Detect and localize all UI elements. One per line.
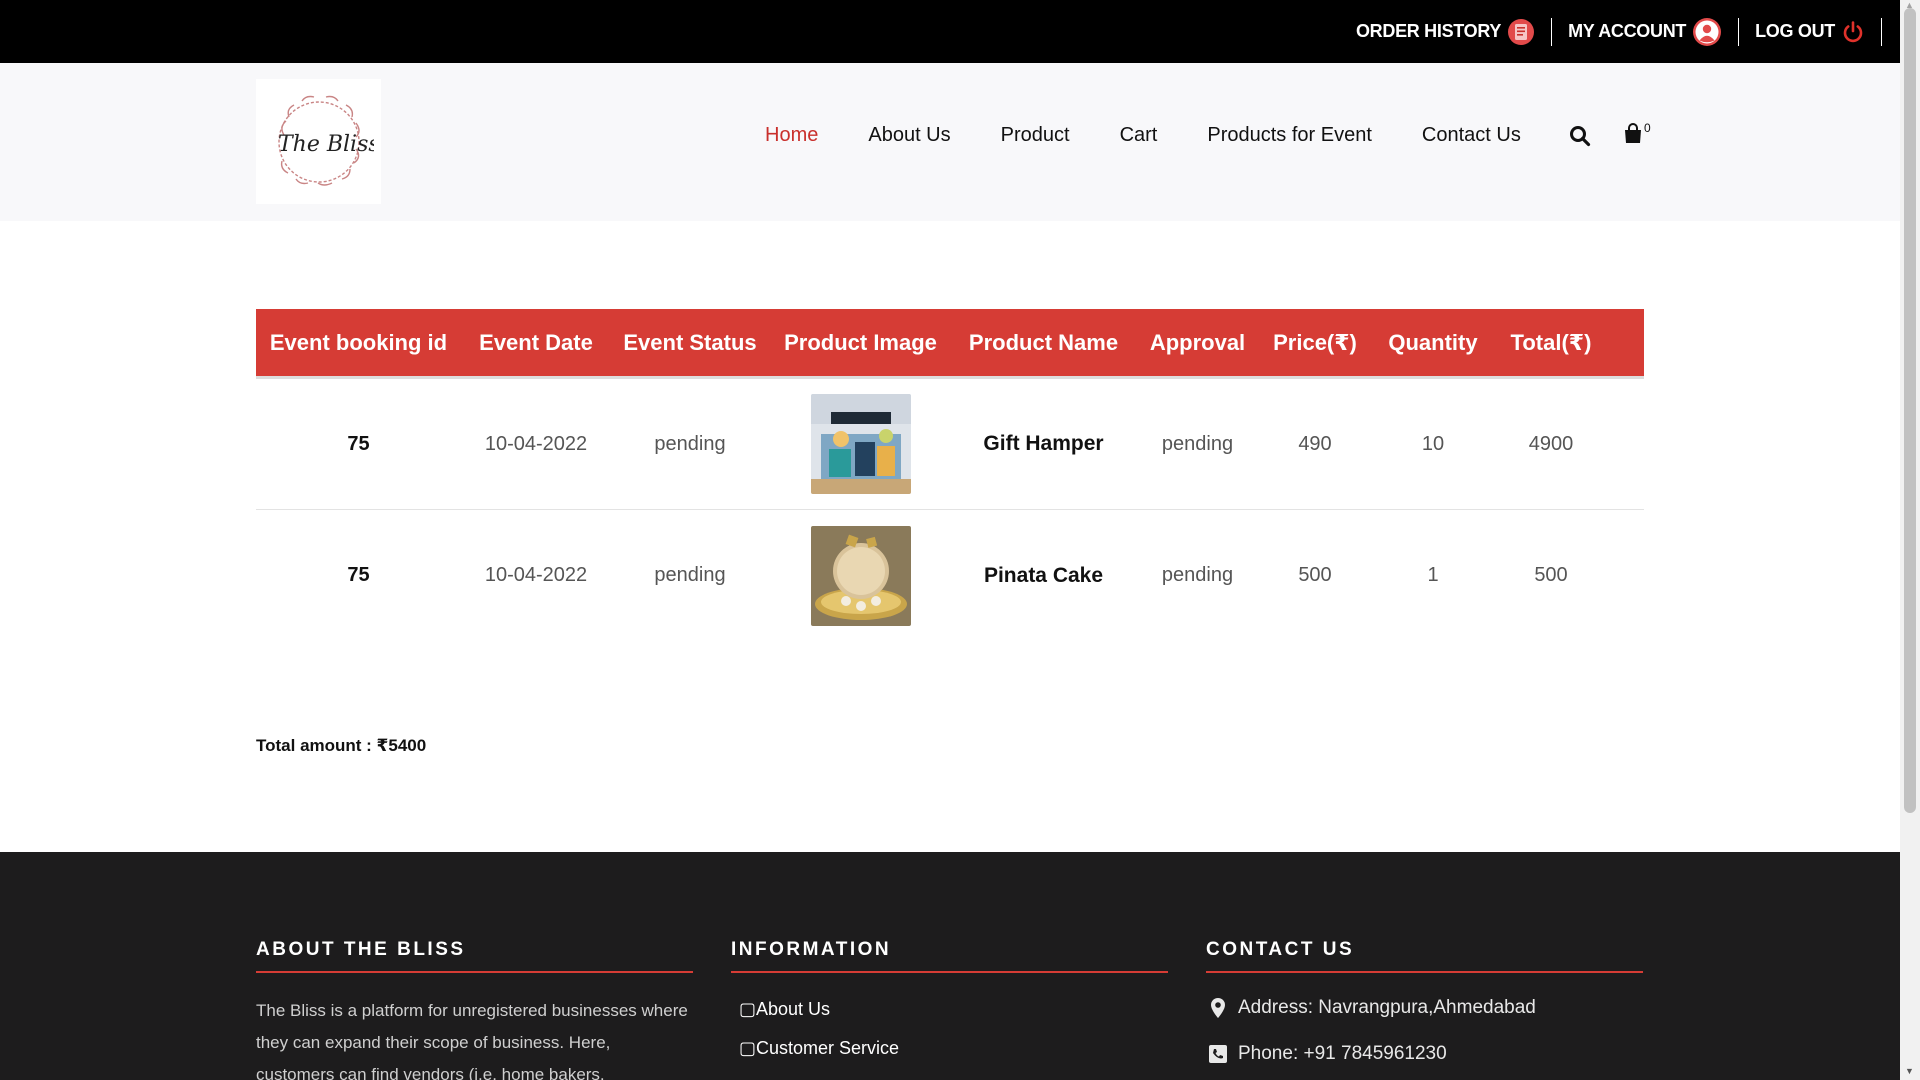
order-history-icon (1507, 18, 1535, 46)
footer-link-label: About Us (756, 999, 831, 1019)
header-product-name: Product Name (968, 329, 1119, 355)
main-nav: Home About Us Product Cart Products for … (740, 124, 1546, 147)
cell-event-date: 10-04-2022 (484, 432, 588, 455)
footer-contact: CONTACT US Address: Navrangpura,Ahmedaba… (1206, 939, 1643, 1065)
header-quantity: Quantity (1388, 329, 1478, 355)
total-amount: Total amount : ₹5400 (256, 736, 427, 755)
event-booking-table: Event booking id Event Date Event Status… (256, 309, 1644, 641)
footer-about-title: ABOUT THE BLISS (256, 939, 693, 973)
cell-product-image (769, 394, 952, 494)
log-out-label: LOG OUT (1755, 21, 1835, 41)
nav-contact-us[interactable]: Contact Us (1422, 124, 1521, 147)
cell-product-name: Gift Hamper (983, 432, 1104, 455)
cell-product-name: Pinata Cake (983, 563, 1104, 587)
nav-products-for-event[interactable]: Products for Event (1207, 124, 1372, 147)
footer-information-title: INFORMATION (731, 939, 1168, 973)
cell-quantity: 10 (1421, 432, 1445, 455)
my-account-link[interactable]: MY ACCOUNT (1552, 17, 1740, 47)
footer-about: ABOUT THE BLISS The Bliss is a platform … (256, 939, 693, 1080)
nav-home[interactable]: Home (765, 124, 818, 147)
footer-information-list: ▢About Us ▢Customer Service (731, 999, 1168, 1059)
cart-bag-icon[interactable] (1623, 123, 1643, 150)
cell-total: 500 (1534, 564, 1568, 586)
footer-about-text: The Bliss is a platform for unregistered… (256, 1001, 688, 1080)
order-history-link[interactable]: ORDER HISTORY (1340, 17, 1553, 46)
scroll-down-arrow-icon[interactable]: ▼ (1905, 1066, 1914, 1076)
map-pin-icon (1206, 997, 1230, 1019)
footer-link-customer-service[interactable]: ▢Customer Service (731, 1038, 1168, 1059)
footer-contact-title: CONTACT US (1206, 939, 1643, 973)
user-account-icon (1692, 17, 1722, 47)
table-row: 75 10-04-2022 pending Pinata Cake pendin… (256, 510, 1644, 641)
cell-price: 500 (1298, 564, 1332, 586)
footer-link-label: Customer Service (756, 1038, 900, 1058)
site-footer: ABOUT THE BLISS The Bliss is a platform … (0, 852, 1900, 1080)
header-approval: Approval (1149, 329, 1246, 355)
top-links: ORDER HISTORY MY ACCOUNT LOG OUT (1340, 0, 1882, 63)
gift-hamper-image[interactable] (810, 394, 911, 494)
cell-approval: pending (1161, 564, 1234, 586)
header-event-status: Event Status (623, 329, 757, 355)
table-header: Event booking id Event Date Event Status… (256, 309, 1644, 379)
nav-product[interactable]: Product (1001, 124, 1070, 147)
contact-address-text: Address: Navrangpura,Ahmedabad (1238, 997, 1536, 1018)
cell-product-image (769, 525, 952, 626)
scrollbar-thumb[interactable] (1904, 8, 1916, 813)
cell-booking-id: 75 (347, 432, 370, 455)
cell-event-status: pending (654, 432, 726, 455)
table-row: 75 10-04-2022 pending Gift Hamper pendin… (256, 379, 1644, 510)
footer-link-about-us[interactable]: ▢About Us (731, 999, 1168, 1020)
cell-quantity: 1 (1427, 564, 1439, 586)
contact-address: Address: Navrangpura,Ahmedabad (1206, 997, 1643, 1019)
header-event-date: Event Date (479, 329, 593, 355)
page-scrollbar[interactable]: ▲ ▼ (1900, 0, 1920, 1080)
header-product-image: Product Image (784, 329, 937, 355)
header-total: Total(₹) (1510, 329, 1592, 355)
cell-total: 4900 (1528, 432, 1574, 455)
cell-event-date: 10-04-2022 (484, 564, 588, 586)
contact-phone-text: Phone: +91 7845961230 (1238, 1043, 1447, 1064)
header-price: Price(₹) (1273, 329, 1357, 355)
site-header: The Bliss Home About Us Product Cart Pro… (0, 63, 1900, 221)
my-account-label: MY ACCOUNT (1568, 21, 1687, 41)
search-icon[interactable] (1569, 125, 1591, 152)
pinata-cake-image[interactable] (810, 525, 911, 626)
contact-phone: Phone: +91 7845961230 (1206, 1043, 1643, 1065)
cart-count: 0 (1644, 121, 1651, 135)
header-event-booking-id: Event booking id (269, 329, 448, 355)
bliss-logo-image: The Bliss (278, 95, 374, 186)
order-history-label: ORDER HISTORY (1355, 21, 1502, 41)
top-bar: ORDER HISTORY MY ACCOUNT LOG OUT (0, 0, 1900, 63)
nav-cart[interactable]: Cart (1120, 124, 1158, 147)
cell-price: 490 (1298, 432, 1332, 455)
phone-icon (1206, 1045, 1230, 1063)
logo-text: The Bliss (278, 132, 374, 157)
cell-booking-id: 75 (347, 564, 370, 586)
log-out-link[interactable]: LOG OUT (1739, 17, 1882, 46)
cell-approval: pending (1161, 432, 1234, 455)
cell-event-status: pending (654, 564, 726, 586)
nav-about-us[interactable]: About Us (868, 124, 950, 147)
power-icon (1841, 20, 1865, 44)
site-logo[interactable]: The Bliss (256, 79, 381, 204)
footer-information: INFORMATION ▢About Us ▢Customer Service (731, 939, 1168, 1077)
